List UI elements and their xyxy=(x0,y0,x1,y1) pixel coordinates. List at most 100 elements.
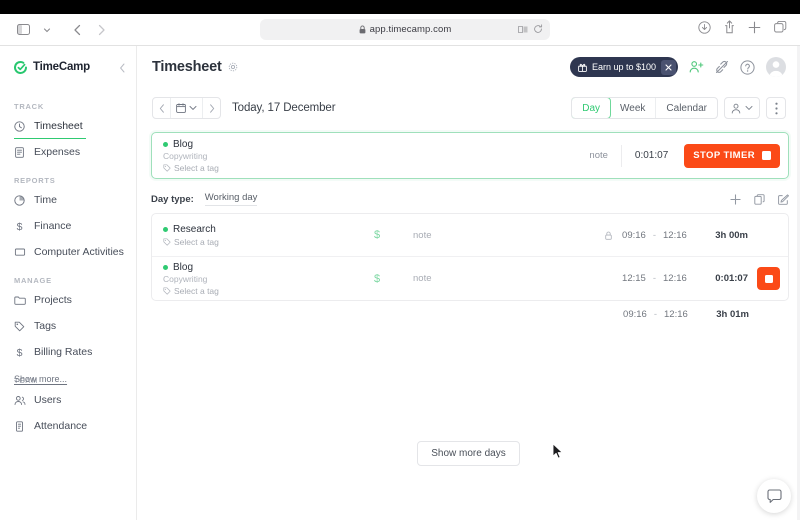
main-content: Timesheet Earn up to $100 Today, 17 Dece… xyxy=(137,46,800,520)
users-icon xyxy=(14,395,27,406)
table-row[interactable]: Research Select a tag $ note 09:16 - 12:… xyxy=(152,214,788,257)
entry-tag-selector[interactable]: Select a tag xyxy=(163,237,341,247)
add-user-icon[interactable] xyxy=(689,60,704,74)
sidebar: TimeCamp TRACK Timesheet Expenses REPORT… xyxy=(0,46,137,520)
tab-day[interactable]: Day xyxy=(572,98,612,118)
time-dash: - xyxy=(652,229,656,241)
sidebar-item-computer-activities[interactable]: Computer Activities xyxy=(0,242,136,262)
next-day-button[interactable] xyxy=(203,98,220,118)
browser-toolbar: app.timecamp.com xyxy=(0,14,800,46)
edit-icon[interactable] xyxy=(778,193,789,205)
time-dash: - xyxy=(652,273,656,284)
date-picker-button[interactable] xyxy=(171,98,202,118)
tab-calendar[interactable]: Calendar xyxy=(656,98,717,118)
sidebar-item-finance[interactable]: $ Finance xyxy=(0,216,136,236)
sidebar-item-users[interactable]: Users xyxy=(0,390,136,410)
nav-section-track: TRACK xyxy=(14,102,44,111)
share-icon[interactable] xyxy=(724,20,735,39)
stop-square-icon xyxy=(762,151,771,160)
prev-day-button[interactable] xyxy=(153,98,170,118)
table-row[interactable]: Blog Copywriting Select a tag $ note 12:… xyxy=(152,257,788,300)
sidebar-item-billing-rates[interactable]: $ Billing Rates xyxy=(0,342,136,362)
plus-icon[interactable] xyxy=(730,193,741,205)
urlbar-container: app.timecamp.com xyxy=(112,19,698,40)
sidebar-item-label: Attendance xyxy=(34,420,88,432)
user-icon xyxy=(731,103,741,114)
plus-icon[interactable] xyxy=(748,21,761,39)
calendar-icon xyxy=(176,103,186,113)
sidebar-toggle-icon[interactable] xyxy=(12,19,34,41)
billable-icon[interactable]: $ xyxy=(341,273,413,285)
timer-note-field[interactable]: note xyxy=(589,150,608,161)
timer-tag-selector[interactable]: Select a tag xyxy=(163,163,219,173)
sidebar-item-attendance[interactable]: Attendance xyxy=(0,416,136,436)
promo-label: Earn up to $100 xyxy=(591,62,656,72)
day-type-value[interactable]: Working day xyxy=(204,192,258,206)
gift-icon xyxy=(578,63,587,72)
close-icon[interactable] xyxy=(661,59,676,75)
urlbar-actions xyxy=(518,21,543,39)
attendance-icon xyxy=(14,420,27,432)
show-more-link[interactable]: Show more... xyxy=(14,374,67,384)
user-filter-dropdown[interactable] xyxy=(724,97,760,119)
entry-note-field[interactable]: note xyxy=(413,273,619,284)
entry-duration: 3h 00m xyxy=(715,229,748,241)
totals-start-time: 09:16 xyxy=(623,308,647,320)
address-bar[interactable]: app.timecamp.com xyxy=(260,19,550,40)
download-icon[interactable] xyxy=(698,20,711,39)
date-navigator xyxy=(152,97,221,119)
plug-icon[interactable] xyxy=(715,60,729,74)
chevron-left-icon[interactable] xyxy=(119,60,126,78)
toolbar-right-actions: Day Week Calendar xyxy=(571,97,786,119)
lock-icon xyxy=(359,25,366,34)
stop-timer-button[interactable]: STOP TIMER xyxy=(684,143,780,168)
gear-icon[interactable] xyxy=(228,62,238,72)
show-more-days-button[interactable]: Show more days xyxy=(417,441,520,466)
entry-tag-selector[interactable]: Select a tag xyxy=(163,286,341,296)
app-container: TimeCamp TRACK Timesheet Expenses REPORT… xyxy=(0,46,800,520)
sidebar-item-label: Timesheet xyxy=(34,120,83,132)
kebab-menu-icon[interactable] xyxy=(766,97,786,119)
sidebar-item-projects[interactable]: Projects xyxy=(0,290,136,310)
tag-icon xyxy=(163,286,171,295)
entry-note-field[interactable]: note xyxy=(413,230,605,241)
day-actions xyxy=(730,193,789,205)
divider xyxy=(620,144,622,167)
show-more-days-container: Show more days xyxy=(137,441,800,466)
reader-view-icon[interactable] xyxy=(518,21,528,39)
entry-end-time[interactable]: 12:16 xyxy=(663,273,690,284)
time-dash: - xyxy=(653,308,657,320)
back-arrow-icon[interactable] xyxy=(66,19,88,41)
avatar[interactable] xyxy=(766,57,786,77)
forward-arrow-icon[interactable] xyxy=(90,19,112,41)
entry-start-time[interactable]: 12:15 xyxy=(619,273,646,284)
promo-badge[interactable]: Earn up to $100 xyxy=(569,57,678,77)
stop-entry-button[interactable] xyxy=(757,267,780,290)
chevron-down-icon xyxy=(189,105,197,111)
billable-icon[interactable]: $ xyxy=(341,229,413,241)
reload-icon[interactable] xyxy=(533,21,543,39)
duplicate-icon[interactable] xyxy=(754,193,765,205)
project-color-dot xyxy=(163,264,168,270)
tag-placeholder: Select a tag xyxy=(174,236,219,247)
sidebar-item-timesheet[interactable]: Timesheet xyxy=(0,116,136,139)
brand[interactable]: TimeCamp xyxy=(0,46,136,88)
day-type-bar: Day type: Working day xyxy=(151,185,789,213)
day-type-label: Day type: xyxy=(151,193,194,205)
entry-end-time[interactable]: 12:16 xyxy=(663,230,690,241)
sidebar-item-expenses[interactable]: Expenses xyxy=(0,142,136,162)
chevron-down-icon[interactable] xyxy=(36,19,58,41)
entry-time-range: 12:15 - 12:16 xyxy=(619,273,690,284)
tabs-overview-icon[interactable] xyxy=(774,20,787,39)
chat-bubble-icon[interactable] xyxy=(757,479,791,513)
sidebar-item-time[interactable]: Time xyxy=(0,190,136,210)
sidebar-item-tags[interactable]: Tags xyxy=(0,316,136,336)
timer-duration: 0:01:07 xyxy=(634,150,669,161)
running-timer-card[interactable]: Blog Copywriting Select a tag note 0:01:… xyxy=(151,132,789,179)
tab-week[interactable]: Week xyxy=(610,98,657,118)
entry-task-name: Blog xyxy=(173,261,194,273)
help-icon[interactable] xyxy=(740,59,755,75)
sidebar-item-label: Computer Activities xyxy=(34,246,124,258)
browser-nav-group xyxy=(0,19,112,41)
entry-start-time[interactable]: 09:16 xyxy=(619,230,646,241)
